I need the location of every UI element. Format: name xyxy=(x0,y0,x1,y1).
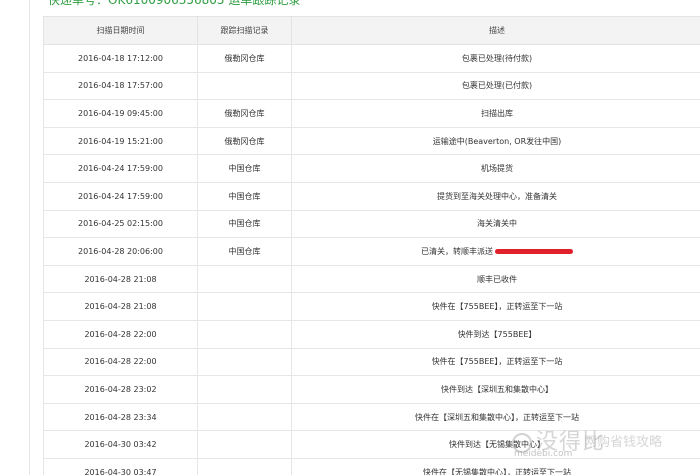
table-row: 2016-04-28 22:00 快件在【755BEE】，正转运至下一站 xyxy=(43,347,700,377)
cell-scan-time: 2016-04-30 03:47 xyxy=(43,457,198,475)
table-row: 2016-04-28 21:08 顺丰已收件 xyxy=(43,264,700,294)
description-text: 快件在【无锡集散中心】，正转运至下一站 xyxy=(423,467,571,475)
table-row: 2016-04-24 17:59:00 中国仓库 机场提货 xyxy=(43,154,700,183)
cell-description: 包裹已处理(待付款) xyxy=(291,44,700,73)
cell-record xyxy=(197,430,292,459)
cell-description: 扫描出库 xyxy=(291,99,700,128)
table-row: 2016-04-24 17:59:00 中国仓库 提货到至海关处理中心，准备清关 xyxy=(43,181,700,211)
cell-scan-time: 2016-04-19 09:45:00 xyxy=(43,99,198,128)
cell-scan-time: 2016-04-24 17:59:00 xyxy=(43,154,198,183)
description-text: 海关清关中 xyxy=(477,219,517,229)
cell-description: 快件到达【深圳五和集散中心】 xyxy=(291,375,700,404)
watermark-slogan: 网购省钱攻略 xyxy=(584,435,663,450)
cell-description: 已清关，转顺丰派送 xyxy=(291,237,700,266)
cell-scan-time: 2016-04-25 02:15:00 xyxy=(43,209,198,239)
table-row: 2016-04-28 23:02 快件到达【深圳五和集散中心】 xyxy=(43,375,700,404)
cell-scan-time: 2016-04-28 23:02 xyxy=(43,375,198,404)
cell-record: 中国仓库 xyxy=(197,237,292,266)
cell-record xyxy=(197,375,292,404)
cell-record: 中国仓库 xyxy=(197,209,292,239)
cell-record: 俄勒冈仓库 xyxy=(197,126,292,156)
description-text: 快件在【755BEE】，正转运至下一站 xyxy=(431,302,563,312)
tracking-table: 扫描日期时间 跟踪扫描记录 描述 2016-04-18 17:12:00 俄勒冈仓… xyxy=(43,16,700,475)
cell-record xyxy=(197,319,292,349)
watermark-site: meidebi.com xyxy=(514,449,573,459)
description-text: 已清关，转顺丰派送 xyxy=(421,246,493,256)
cell-scan-time: 2016-04-28 20:06:00 xyxy=(43,237,198,266)
cell-record xyxy=(197,71,292,101)
description-text: 扫描出库 xyxy=(481,108,513,118)
table-row: 2016-04-18 17:57:00 包裹已处理(已付款) xyxy=(43,71,700,101)
cell-description: 运输途中(Beaverton, OR发往中国) xyxy=(291,126,700,156)
cell-description: 顺丰已收件 xyxy=(291,264,700,294)
cell-description: 快件在【无锡集散中心】，正转运至下一站 xyxy=(291,457,700,475)
cell-scan-time: 2016-04-18 17:12:00 xyxy=(43,44,198,73)
description-text: 快件在【深圳五和集散中心】，正转运至下一站 xyxy=(415,412,579,422)
cell-description: 海关清关中 xyxy=(291,209,700,239)
description-text: 包裹已处理(待付款) xyxy=(461,53,533,63)
cell-record xyxy=(197,457,292,475)
table-row: 2016-04-18 17:12:00 俄勒冈仓库 包裹已处理(待付款) xyxy=(43,44,700,73)
cell-record: 中国仓库 xyxy=(197,154,292,183)
cell-scan-time: 2016-04-18 17:57:00 xyxy=(43,71,198,101)
page-title: 快递单号：OK6100906356805 运单跟踪记录 xyxy=(48,0,301,7)
column-header-time: 扫描日期时间 xyxy=(43,16,198,45)
description-text: 快件到达【深圳五和集散中心】 xyxy=(441,384,553,394)
column-header-description: 描述 xyxy=(291,16,700,45)
description-text: 包裹已处理(已付款) xyxy=(461,81,533,91)
cell-record xyxy=(197,292,292,321)
cell-scan-time: 2016-04-28 22:00 xyxy=(43,347,198,377)
cell-record xyxy=(197,347,292,377)
description-text: 运输途中(Beaverton, OR发往中国) xyxy=(432,136,562,146)
cell-description: 提货到至海关处理中心，准备清关 xyxy=(291,181,700,211)
table-body: 2016-04-18 17:12:00 俄勒冈仓库 包裹已处理(待付款) 2016-0… xyxy=(43,44,700,475)
table-row: 2016-04-19 15:21:00 俄勒冈仓库 运输途中(Beaverton, … xyxy=(43,126,700,156)
description-text: 快件到达【755BEE】 xyxy=(457,329,537,339)
cell-scan-time: 2016-04-28 23:34 xyxy=(43,402,198,432)
cell-scan-time: 2016-04-30 03:42 xyxy=(43,430,198,459)
description-text: 提货到至海关处理中心，准备清关 xyxy=(437,191,557,201)
cell-description: 包裹已处理(已付款) xyxy=(291,71,700,101)
tracking-page: 快递单号：OK6100906356805 运单跟踪记录 扫描日期时间 跟踪扫描记… xyxy=(0,0,700,475)
table-row: 2016-04-28 20:06:00 中国仓库 已清关，转顺丰派送 xyxy=(43,237,700,266)
cell-record: 俄勒冈仓库 xyxy=(197,99,292,128)
table-row: 2016-04-19 09:45:00 俄勒冈仓库 扫描出库 xyxy=(43,99,700,128)
description-text: 顺丰已收件 xyxy=(477,274,517,284)
cell-description: 机场提货 xyxy=(291,154,700,183)
cell-description: 快件在【深圳五和集散中心】，正转运至下一站 xyxy=(291,402,700,432)
redaction-mark xyxy=(495,248,573,254)
cell-record: 俄勒冈仓库 xyxy=(197,44,292,73)
cell-record xyxy=(197,264,292,294)
description-text: 机场提货 xyxy=(481,164,513,174)
cell-scan-time: 2016-04-28 21:08 xyxy=(43,292,198,321)
cell-scan-time: 2016-04-24 17:59:00 xyxy=(43,181,198,211)
cell-record: 中国仓库 xyxy=(197,181,292,211)
cell-description: 快件在【755BEE】，正转运至下一站 xyxy=(291,292,700,321)
cell-scan-time: 2016-04-28 21:08 xyxy=(43,264,198,294)
column-header-record: 跟踪扫描记录 xyxy=(197,16,292,45)
table-row: 2016-04-25 02:15:00 中国仓库 海关清关中 xyxy=(43,209,700,239)
cell-description: 快件到达【755BEE】 xyxy=(291,319,700,349)
cell-record xyxy=(197,402,292,432)
cell-scan-time: 2016-04-19 15:21:00 xyxy=(43,126,198,156)
table-row: 2016-04-28 21:08 快件在【755BEE】，正转运至下一站 xyxy=(43,292,700,321)
table-row: 2016-04-28 22:00 快件到达【755BEE】 xyxy=(43,319,700,349)
cell-scan-time: 2016-04-28 22:00 xyxy=(43,319,198,349)
table-row: 2016-04-30 03:47 快件在【无锡集散中心】，正转运至下一站 xyxy=(43,457,700,475)
left-divider xyxy=(29,0,30,475)
table-header-row: 扫描日期时间 跟踪扫描记录 描述 xyxy=(43,16,700,45)
description-text: 快件在【755BEE】，正转运至下一站 xyxy=(431,357,563,367)
cell-description: 快件在【755BEE】，正转运至下一站 xyxy=(291,347,700,377)
